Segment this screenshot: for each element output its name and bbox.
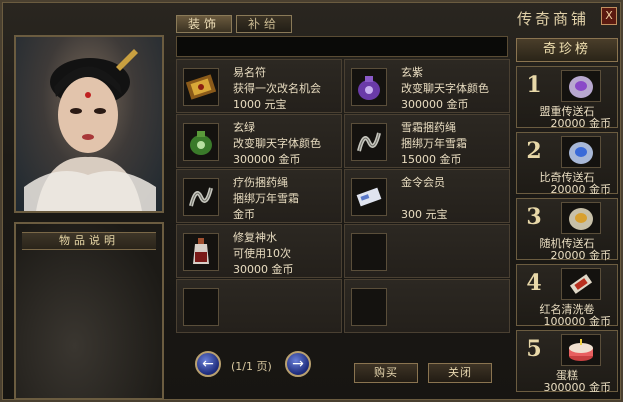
- item-slot[interactable]: 疗伤捆药绳 捆绑万年雪霜 金币: [176, 169, 342, 223]
- ranking-item-price: 20000 金币: [550, 117, 612, 130]
- tab-decoration[interactable]: 装饰: [176, 15, 232, 33]
- item-slot[interactable]: 雪霜捆药绳 捆绑万年雪霜 15000 金币: [344, 114, 510, 168]
- close-button[interactable]: 关闭: [428, 363, 492, 383]
- item-price: 300000 金币: [401, 98, 469, 111]
- shop-window: 传奇商铺 X 物品说明 装饰 补给 易名符 获得一次改名机会 1000 元宝 玄…: [0, 0, 623, 402]
- item-price: 1000 元宝: [233, 98, 287, 111]
- item-price: 300 元宝: [401, 208, 448, 221]
- rank-number: 2: [526, 138, 542, 164]
- empty-item-slot[interactable]: [176, 279, 342, 333]
- item-description-title: 物品说明: [22, 232, 156, 250]
- page-indicator: (1/1 页): [231, 360, 272, 373]
- item-slot[interactable]: 玄绿 改变聊天字体颜色 300000 金币: [176, 114, 342, 168]
- empty-slot-frame: [351, 233, 387, 271]
- rank-number: 4: [526, 270, 542, 296]
- red-scroll-icon: [561, 268, 601, 300]
- window-title: 传奇商铺: [516, 10, 589, 28]
- item-desc: 改变聊天字体颜色: [233, 137, 321, 150]
- npc-portrait: [14, 35, 164, 213]
- item-slot[interactable]: 玄紫 改变聊天字体颜色 300000 金币: [344, 59, 510, 113]
- blue-stone-icon: [561, 136, 601, 168]
- item-grid: 易名符 获得一次改名机会 1000 元宝 玄紫 改变聊天字体颜色 300000 …: [176, 59, 510, 333]
- cake-icon: [561, 334, 601, 366]
- ranking-entry[interactable]: 3 随机传送石 20000 金币: [516, 198, 618, 262]
- prev-page-button[interactable]: ←: [195, 351, 221, 377]
- rank-number: 5: [526, 336, 542, 362]
- item-name: 疗伤捆药绳: [233, 176, 288, 189]
- rank-number: 3: [526, 204, 542, 230]
- item-slot[interactable]: 金令会员 300 元宝: [344, 169, 510, 223]
- ranking-item-price: 20000 金币: [550, 183, 612, 196]
- item-name: 易名符: [233, 66, 266, 79]
- ranking-entry[interactable]: 5 蛋糕 300000 金币: [516, 330, 618, 394]
- item-name: 金令会员: [401, 176, 445, 189]
- ranking-item-price: 100000 金币: [543, 315, 612, 328]
- item-desc: 捆绑万年雪霜: [401, 137, 467, 150]
- membership-card-icon: [351, 178, 387, 216]
- empty-slot-frame: [351, 288, 387, 326]
- rope-icon: [351, 123, 387, 161]
- item-desc: 捆绑万年雪霜: [233, 192, 299, 205]
- empty-item-slot[interactable]: [344, 224, 510, 278]
- purple-stone-icon: [561, 70, 601, 102]
- item-price: 金币: [233, 208, 255, 221]
- ranking-entry[interactable]: 1 盟重传送石 20000 金币: [516, 66, 618, 130]
- potion-bottle-icon: [183, 233, 219, 271]
- empty-slot-frame: [183, 288, 219, 326]
- close-window-button[interactable]: X: [601, 7, 617, 25]
- item-desc: 改变聊天字体颜色: [401, 82, 489, 95]
- green-pouch-icon: [183, 123, 219, 161]
- scroll-icon: [183, 68, 219, 106]
- item-price: 30000 金币: [233, 263, 294, 276]
- buy-button[interactable]: 购买: [354, 363, 418, 383]
- tab-supply[interactable]: 补给: [236, 15, 292, 33]
- ranking-entry[interactable]: 2 比奇传送石 20000 金币: [516, 132, 618, 196]
- rank-number: 1: [526, 72, 542, 98]
- ranking-title: 奇珍榜: [516, 38, 618, 62]
- item-name: 玄紫: [401, 66, 423, 79]
- item-name: 修复神水: [233, 231, 277, 244]
- item-slot[interactable]: 易名符 获得一次改名机会 1000 元宝: [176, 59, 342, 113]
- next-page-button[interactable]: →: [285, 351, 311, 377]
- item-name: 雪霜捆药绳: [401, 121, 456, 134]
- ranking-entry[interactable]: 4 红名清洗卷 100000 金币: [516, 264, 618, 328]
- npc-portrait-image: [24, 49, 156, 211]
- item-description-panel: 物品说明: [14, 222, 164, 400]
- item-desc: 可使用10次: [233, 247, 291, 260]
- item-desc: 获得一次改名机会: [233, 82, 321, 95]
- purple-pouch-icon: [351, 68, 387, 106]
- shop-info-bar: [176, 36, 508, 57]
- item-name: 玄绿: [233, 121, 255, 134]
- item-price: 300000 金币: [233, 153, 301, 166]
- ranking-item-price: 300000 金币: [543, 381, 612, 394]
- ranking-item-price: 20000 金币: [550, 249, 612, 262]
- rope-icon: [183, 178, 219, 216]
- gold-stone-icon: [561, 202, 601, 234]
- item-price: 15000 金币: [401, 153, 462, 166]
- empty-item-slot[interactable]: [344, 279, 510, 333]
- item-slot[interactable]: 修复神水 可使用10次 30000 金币: [176, 224, 342, 278]
